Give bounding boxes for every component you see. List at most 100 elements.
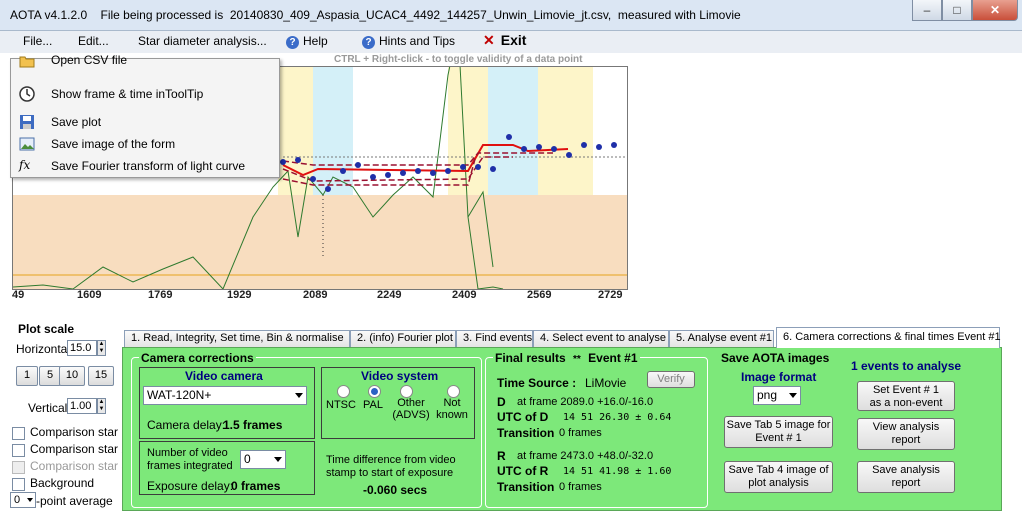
close-button[interactable]: ✕ xyxy=(972,0,1018,21)
frames-integrated-value: 0 xyxy=(244,452,251,466)
video-camera-value: WAT-120N+ xyxy=(147,388,212,402)
scale-button-10[interactable]: 10 xyxy=(59,366,85,386)
dd-label: Show frame & time inToolTip xyxy=(51,87,204,101)
menu-hints-label: Hints and Tips xyxy=(379,34,456,48)
menu-item-save-plot[interactable]: Save plot xyxy=(11,111,279,133)
menu-hints[interactable]: ? Hints and Tips xyxy=(362,34,455,49)
background-label: Background xyxy=(30,476,95,490)
window-title: AOTA v4.1.2.0 File being processed is 20… xyxy=(10,8,741,22)
image-format-select[interactable]: png xyxy=(753,386,801,405)
horizontal-label: Horizontal xyxy=(16,342,71,356)
transition-d-value: 0 frames xyxy=(559,427,602,439)
set-non-event-button[interactable]: Set Event # 1 as a non-event xyxy=(857,381,955,411)
menu-item-show-frame-time[interactable]: Show frame & time inToolTip xyxy=(11,83,279,105)
comparison-star-3-label: Comparison star 3 xyxy=(30,459,129,473)
video-system-title: Video system xyxy=(361,369,439,383)
dd-label: Open CSV file xyxy=(51,53,128,67)
scale-button-5[interactable]: 5 xyxy=(39,366,61,386)
exit-icon: ✕ xyxy=(483,32,495,48)
transition-r-value: 0 frames xyxy=(559,481,602,493)
comparison-star-3-checkbox[interactable] xyxy=(12,461,25,474)
horizontal-scale-input[interactable]: 15.0 xyxy=(67,340,97,356)
scale-button-15[interactable]: 15 xyxy=(88,366,114,386)
double-star-icon: ** xyxy=(573,354,581,365)
radio-ntsc[interactable] xyxy=(337,385,350,398)
minimize-button[interactable]: – xyxy=(912,0,942,21)
camera-corrections-title: Camera corrections xyxy=(139,351,256,365)
final-results-label: Final results xyxy=(495,351,566,365)
save-images-title: Save AOTA images xyxy=(721,351,830,365)
comparison-star-1-label: Comparison star 1 xyxy=(30,425,129,439)
menu-star-diameter[interactable]: Star diameter analysis... xyxy=(138,34,267,48)
menu-help-label: Help xyxy=(303,34,328,48)
menu-edit[interactable]: Edit... xyxy=(78,34,109,48)
toggle-validity-hint: CTRL + Right-click - to toggle validity … xyxy=(334,54,583,65)
save-report-button[interactable]: Save analysis report xyxy=(857,461,955,493)
events-count-label: 1 events to analyse xyxy=(851,359,962,373)
radio-ntsc-label: NTSC xyxy=(326,399,356,411)
menu-help[interactable]: ? Help xyxy=(286,34,328,49)
verify-button[interactable]: Verify xyxy=(647,371,695,388)
plot-scale-title: Plot scale xyxy=(18,322,75,336)
camera-corrections-panel: Camera corrections Video camera WAT-120N… xyxy=(122,347,1002,511)
tab-find-events[interactable]: 3. Find events xyxy=(456,330,533,347)
camera-delay-value: 1.5 frames xyxy=(223,418,283,432)
radio-pal[interactable] xyxy=(368,385,381,398)
radio-other-label: Other (ADVS) xyxy=(392,397,430,421)
point-average-select[interactable]: 0 xyxy=(10,492,36,508)
menu-item-save-fourier[interactable]: fx Save Fourier transform of light curve xyxy=(11,155,279,177)
frames-integrated-label: Number of video frames integrated xyxy=(147,447,233,472)
horizontal-spinner[interactable]: ▲ ▼ xyxy=(97,340,106,356)
menu-file[interactable]: File... xyxy=(23,34,52,48)
dd-label: Save image of the form xyxy=(51,137,176,151)
exposure-delay-label: Exposure delay: xyxy=(147,479,234,493)
final-event-label: Event #1 xyxy=(588,351,638,365)
radio-not-known-label: Not known xyxy=(436,397,468,421)
utc-d-value: 14 51 26.30 ± 0.64 xyxy=(563,412,672,423)
comparison-star-2-checkbox[interactable] xyxy=(12,444,25,457)
vertical-scale-input[interactable]: 1.00 xyxy=(67,398,97,414)
x-tick-label: 1609 xyxy=(77,289,102,301)
time-diff-label: Time difference from video stamp to star… xyxy=(326,454,456,479)
menu-item-open-csv[interactable]: Open CSV file xyxy=(11,53,279,73)
transition-d-label: Transition xyxy=(497,426,555,440)
menu-exit[interactable]: ✕ Exit xyxy=(483,32,526,49)
hints-icon: ? xyxy=(362,36,375,49)
image-icon xyxy=(19,137,35,151)
x-tick-label: 1769 xyxy=(148,289,173,301)
folder-icon xyxy=(19,56,35,68)
title-bar: AOTA v4.1.2.0 File being processed is 20… xyxy=(0,0,1022,31)
menu-item-save-form-image[interactable]: Save image of the form xyxy=(11,133,279,155)
view-report-button[interactable]: View analysis report xyxy=(857,418,955,450)
save-tab4-image-button[interactable]: Save Tab 4 image of plot analysis xyxy=(724,461,833,493)
x-tick-label: 2729 xyxy=(598,289,623,301)
time-diff-value: -0.060 secs xyxy=(363,483,428,497)
tab-select-event[interactable]: 4. Select event to analyse xyxy=(533,330,669,347)
tab-camera-corrections[interactable]: 6. Camera corrections & final times Even… xyxy=(776,327,1001,348)
maximize-button[interactable]: □ xyxy=(942,0,972,21)
help-icon: ? xyxy=(286,36,299,49)
radio-pal-label: PAL xyxy=(363,399,383,411)
background-checkbox[interactable] xyxy=(12,478,25,491)
tab-fourier[interactable]: 2. (info) Fourier plot xyxy=(350,330,456,347)
clock-icon xyxy=(19,86,35,102)
utc-r-label: UTC of R xyxy=(497,464,549,478)
final-results-title: Final results ** Event #1 xyxy=(493,351,640,365)
x-tick-label: 49 xyxy=(12,289,25,301)
fx-icon: fx xyxy=(19,158,31,172)
tab-analyse-event[interactable]: 5. Analyse event #1 xyxy=(669,330,774,347)
vertical-spinner[interactable]: ▲ ▼ xyxy=(97,398,106,414)
save-tab5-image-button[interactable]: Save Tab 5 image for Event # 1 xyxy=(724,416,833,448)
x-tick-label: 2089 xyxy=(303,289,328,301)
floppy-icon xyxy=(20,115,34,129)
video-camera-select[interactable]: WAT-120N+ xyxy=(143,386,307,405)
frames-integrated-select[interactable]: 0 xyxy=(240,450,286,469)
dd-label: Save plot xyxy=(51,115,102,129)
tab-read-integrity[interactable]: 1. Read, Integrity, Set time, Bin & norm… xyxy=(124,330,350,347)
menu-exit-label: Exit xyxy=(500,32,527,48)
menu-bar: File... Edit... Star diameter analysis..… xyxy=(0,31,1022,53)
x-tick-label: 1929 xyxy=(227,289,252,301)
scale-button-1[interactable]: 1 xyxy=(16,366,38,386)
video-camera-title: Video camera xyxy=(185,369,263,383)
comparison-star-1-checkbox[interactable] xyxy=(12,427,25,440)
